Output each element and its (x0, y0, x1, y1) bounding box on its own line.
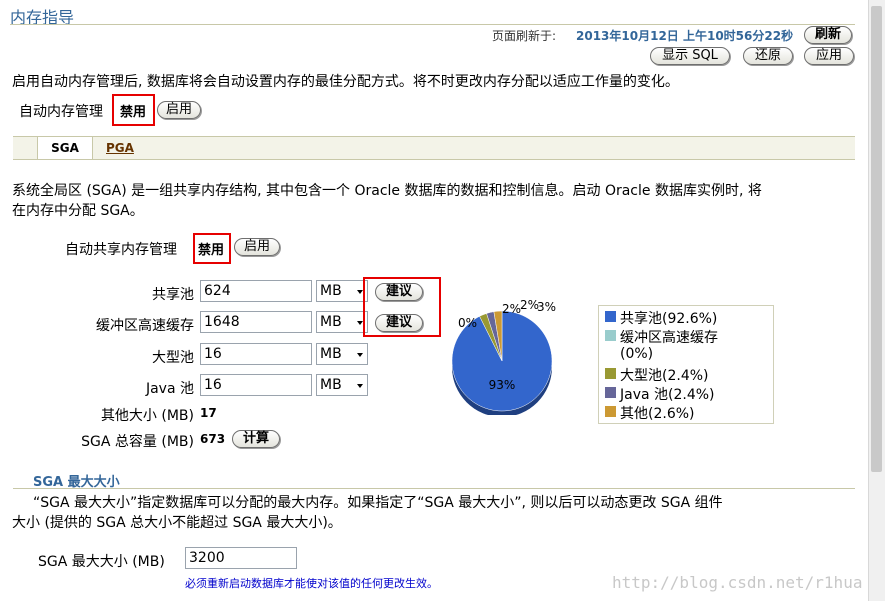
dropdown-arrow-icon (357, 384, 363, 388)
title-rule (10, 24, 855, 25)
legend-item: 缓冲区高速缓存 (605, 327, 718, 347)
java-pool-unit-select[interactable]: MB (316, 374, 368, 396)
refresh-button[interactable]: 刷新 (804, 26, 852, 44)
sga-max-input[interactable]: 3200 (185, 547, 297, 569)
enable-auto-shared-memory-button[interactable]: 启用 (234, 238, 280, 256)
other-size-label: 其他大小 (MB) (100, 408, 194, 424)
legend-label: 共享池(92.6%) (620, 311, 718, 327)
sga-pie-chart: 93%0%2%2%3% (451, 298, 556, 415)
apply-button[interactable]: 应用 (804, 47, 854, 65)
large-pool-label: 大型池 (152, 350, 194, 366)
legend-swatch (605, 330, 616, 341)
other-size-value: 17 (200, 406, 217, 420)
legend-swatch (605, 368, 616, 379)
watermark: http://blog.csdn.net/r1hua (612, 573, 863, 592)
legend-item-cont: (0%) (605, 346, 653, 362)
legend-item: Java 池(2.4%) (605, 384, 715, 404)
pie-data-label: 0% (458, 316, 477, 330)
auto-memory-state: 禁用 (120, 105, 147, 120)
chart-legend: 共享池(92.6%) 缓冲区高速缓存 (0%) 大型池(2.4%) Java 池… (598, 305, 774, 424)
java-pool-input[interactable]: 16 (200, 374, 312, 396)
legend-item: 大型池(2.4%) (605, 365, 709, 385)
sga-description-line2: 在内存中分配 SGA。 (12, 203, 144, 219)
large-pool-input[interactable]: 16 (200, 343, 312, 365)
tab-pga[interactable]: PGA (106, 137, 134, 159)
auto-shared-memory-label: 自动共享内存管理 (65, 242, 177, 258)
intro-text: 启用自动内存管理后, 数据库将会自动设置内存的最佳分配方式。将不时更改内存分配以… (12, 74, 679, 90)
java-pool-label: Java 池 (145, 381, 194, 397)
revert-button[interactable]: 还原 (743, 47, 793, 65)
highlight-box (363, 277, 441, 337)
refresh-time: 2013年10月12日 上午10时56分22秒 (576, 29, 794, 43)
refresh-label: 页面刷新于: (492, 29, 557, 43)
tab-sga[interactable]: SGA (37, 137, 93, 159)
pie-data-label: 2% (502, 302, 521, 316)
enable-auto-memory-button[interactable]: 启用 (157, 101, 201, 119)
large-pool-unit-select[interactable]: MB (316, 343, 368, 365)
compute-button[interactable]: 计算 (232, 430, 280, 448)
shared-pool-label: 共享池 (152, 287, 194, 303)
sga-total-label: SGA 总容量 (MB) (81, 434, 194, 450)
scrollbar-thumb[interactable] (871, 6, 882, 472)
unit-value: MB (320, 314, 342, 330)
sga-max-label: SGA 最大大小 (MB) (38, 554, 165, 570)
auto-memory-label: 自动内存管理 (19, 104, 103, 120)
legend-item: 其他(2.6%) (605, 403, 695, 423)
dropdown-arrow-icon (357, 353, 363, 357)
shared-pool-input[interactable]: 624 (200, 280, 312, 302)
sga-total-value: 673 (200, 432, 226, 446)
tab-bar: SGA PGA (13, 136, 855, 160)
unit-value: MB (320, 283, 342, 299)
buffer-cache-input[interactable]: 1648 (200, 311, 312, 333)
legend-label: Java 池(2.4%) (620, 387, 715, 403)
restart-note: 必须重新启动数据库才能使对该值的任何更改生效。 (185, 577, 438, 590)
legend-item: 共享池(92.6%) (605, 308, 717, 328)
show-sql-button[interactable]: 显示 SQL (650, 47, 730, 65)
auto-shared-memory-state: 禁用 (198, 243, 225, 258)
pie-data-label: 93% (489, 378, 516, 392)
buffer-cache-label: 缓冲区高速缓存 (96, 318, 194, 334)
vertical-scrollbar[interactable] (868, 0, 885, 601)
legend-swatch (605, 311, 616, 322)
sga-max-description-line2: 大小 (提供的 SGA 总大小不能超过 SGA 最大大小)。 (12, 515, 342, 531)
sga-description-line1: 系统全局区 (SGA) 是一组共享内存结构, 其中包含一个 Oracle 数据库… (12, 183, 762, 199)
shared-pool-unit-select[interactable]: MB (316, 280, 368, 302)
pie-data-label: 3% (537, 300, 556, 314)
sga-max-description-line1: “SGA 最大大小”指定数据库可以分配的最大内存。如果指定了“SGA 最大大小”… (33, 495, 723, 511)
legend-label: 缓冲区高速缓存 (620, 330, 718, 346)
legend-label: 大型池(2.4%) (620, 368, 709, 384)
legend-label: 其他(2.6%) (620, 406, 695, 422)
buffer-cache-unit-select[interactable]: MB (316, 311, 368, 333)
legend-swatch (605, 387, 616, 398)
unit-value: MB (320, 377, 342, 393)
section-rule (13, 488, 855, 489)
legend-label: (0%) (620, 346, 654, 362)
unit-value: MB (320, 346, 342, 362)
legend-swatch (605, 406, 616, 417)
